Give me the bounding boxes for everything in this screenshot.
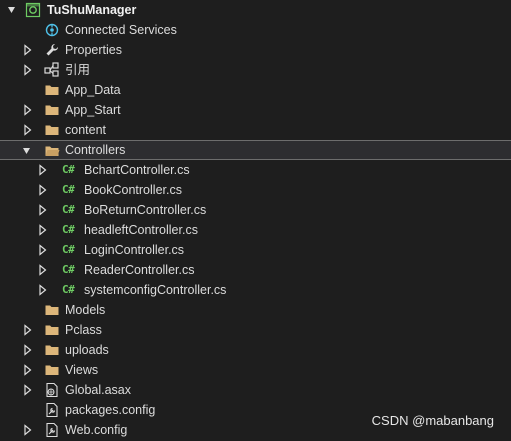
chevron-right-icon[interactable] — [23, 364, 33, 376]
chevron-right-icon[interactable] — [23, 104, 33, 116]
csharp-file-icon: C# — [62, 283, 75, 296]
chevron-right-icon[interactable] — [38, 204, 48, 216]
tree-item-label: Pclass — [65, 323, 102, 337]
config-file-icon — [46, 422, 58, 438]
connected-services-icon — [45, 23, 59, 37]
chevron-right-icon[interactable] — [38, 244, 48, 256]
tree-item-label: packages.config — [65, 403, 156, 417]
tree-item-controllers[interactable]: Controllers — [0, 140, 511, 160]
chevron-right-icon[interactable] — [23, 324, 33, 336]
tree-item-label: LoginController.cs — [84, 243, 185, 257]
folder-icon — [45, 305, 59, 315]
tree-item-label: Web.config — [65, 423, 128, 437]
tree-item-controller-file[interactable]: C# headleftController.cs — [0, 220, 511, 240]
chevron-right-icon[interactable] — [38, 224, 48, 236]
tree-item-label: Properties — [65, 43, 122, 57]
folder-icon — [45, 125, 59, 135]
chevron-down-icon[interactable] — [22, 145, 32, 157]
tree-item-label: content — [65, 123, 107, 137]
tree-item-label: 引用 — [65, 62, 91, 77]
tree-item-label: BoReturnController.cs — [84, 203, 207, 217]
folder-icon — [45, 365, 59, 375]
tree-item-label: Controllers — [65, 143, 126, 157]
csharp-file-icon: C# — [62, 183, 75, 196]
tree-item-connected-services[interactable]: Connected Services — [0, 20, 511, 40]
project-node[interactable]: TuShuManager — [0, 0, 511, 20]
chevron-right-icon[interactable] — [23, 344, 33, 356]
tree-item-controller-file[interactable]: C# BookController.cs — [0, 180, 511, 200]
tree-item-models[interactable]: Models — [0, 300, 511, 320]
references-icon — [44, 62, 59, 77]
folder-icon — [45, 85, 59, 95]
tree-item-views[interactable]: Views — [0, 360, 511, 380]
chevron-right-icon[interactable] — [38, 264, 48, 276]
tree-item-label: Views — [65, 363, 99, 377]
tree-item-label: systemconfigController.cs — [84, 283, 227, 297]
tree-item-label: Global.asax — [65, 383, 132, 397]
csharp-project-icon — [25, 2, 41, 18]
csharp-file-icon: C# — [62, 243, 75, 256]
chevron-right-icon[interactable] — [38, 184, 48, 196]
config-file-icon — [46, 402, 58, 418]
chevron-right-icon[interactable] — [23, 64, 33, 76]
tree-item-label: uploads — [65, 343, 109, 357]
chevron-right-icon[interactable] — [23, 424, 33, 436]
tree-item-label: ReaderController.cs — [84, 263, 195, 277]
wrench-icon — [46, 43, 59, 56]
tree-item-pclass[interactable]: Pclass — [0, 320, 511, 340]
tree-item-content[interactable]: content — [0, 120, 511, 140]
project-name: TuShuManager — [47, 3, 137, 17]
tree-item-controller-file[interactable]: C# BchartController.cs — [0, 160, 511, 180]
chevron-right-icon[interactable] — [23, 124, 33, 136]
tree-item-label: BookController.cs — [84, 183, 182, 197]
chevron-right-icon[interactable] — [38, 164, 48, 176]
chevron-down-icon[interactable] — [7, 4, 17, 16]
csharp-file-icon: C# — [62, 223, 75, 236]
tree-item-label: Models — [65, 303, 106, 317]
csharp-file-icon: C# — [62, 263, 75, 276]
csharp-file-icon: C# — [62, 203, 75, 216]
tree-item-label: App_Start — [65, 103, 121, 117]
chevron-right-icon[interactable] — [23, 384, 33, 396]
tree-item-references[interactable]: 引用 — [0, 60, 511, 80]
tree-item-label: Connected Services — [65, 23, 177, 37]
tree-item-global-asax[interactable]: Global.asax — [0, 380, 511, 400]
tree-item-controller-file[interactable]: C# systemconfigController.cs — [0, 280, 511, 300]
tree-item-app-data[interactable]: App_Data — [0, 80, 511, 100]
chevron-right-icon[interactable] — [23, 44, 33, 56]
chevron-right-icon[interactable] — [38, 284, 48, 296]
tree-item-label: BchartController.cs — [84, 163, 190, 177]
tree-item-controller-file[interactable]: C# LoginController.cs — [0, 240, 511, 260]
folder-icon — [45, 345, 59, 355]
tree-item-app-start[interactable]: App_Start — [0, 100, 511, 120]
solution-explorer-tree: TuShuManager Connected Services Properti… — [0, 0, 511, 441]
folder-icon — [45, 105, 59, 115]
tree-item-controller-file[interactable]: C# BoReturnController.cs — [0, 200, 511, 220]
tree-item-label: headleftController.cs — [84, 223, 198, 237]
tree-item-controller-file[interactable]: C# ReaderController.cs — [0, 260, 511, 280]
asax-file-icon — [46, 382, 58, 398]
watermark: CSDN @mabanbang — [371, 413, 494, 428]
folder-icon — [45, 325, 59, 335]
tree-item-properties[interactable]: Properties — [0, 40, 511, 60]
tree-item-uploads[interactable]: uploads — [0, 340, 511, 360]
csharp-file-icon: C# — [62, 163, 75, 176]
folder-open-icon — [45, 146, 60, 156]
tree-item-label: App_Data — [65, 83, 121, 97]
